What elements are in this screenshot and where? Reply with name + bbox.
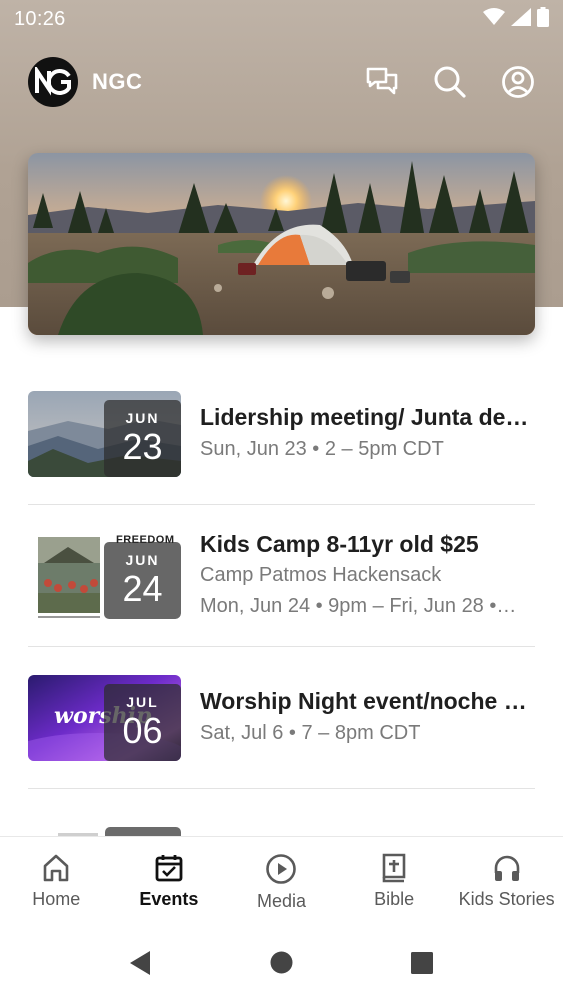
event-item-partial[interactable]	[28, 789, 535, 839]
nav-label: Home	[32, 889, 81, 909]
event-datetime: Sat, Jul 6 • 7 – 8pm CDT	[200, 721, 421, 744]
account-icon	[502, 66, 534, 98]
status-bar: 10:26	[0, 0, 563, 38]
search-button[interactable]	[433, 65, 467, 99]
date-day: 06	[122, 710, 163, 751]
search-icon	[434, 66, 466, 98]
event-datetime: Mon, Jun 24 • 9pm – Fri, Jun 28 •…	[200, 595, 517, 618]
home-circle-icon	[270, 951, 293, 974]
hero-banner[interactable]	[28, 153, 535, 335]
event-info: Kids Camp 8-11yr old $25 Camp Patmos Hac…	[200, 530, 535, 622]
chat-button[interactable]	[365, 65, 399, 99]
recents-button[interactable]	[410, 951, 434, 980]
home-icon	[43, 854, 69, 882]
app-name: NGC	[92, 69, 143, 94]
date-badge: JUN 23	[104, 399, 181, 477]
date-day: 23	[122, 426, 163, 467]
event-info: Worship Night event/noche … Sat, Jul 6 •…	[200, 687, 535, 748]
event-title: Worship Night event/noche …	[200, 688, 527, 715]
date-month: JUL	[126, 694, 159, 710]
bible-icon	[382, 853, 406, 883]
nav-label: Media	[256, 891, 306, 911]
event-thumbnail: FREEDOM JUN 24	[28, 532, 181, 619]
date-day: 24	[122, 568, 163, 609]
event-info: Lidership meeting/ Junta de… Sun, Jun 23…	[200, 403, 535, 464]
event-datetime: Sun, Jun 23 • 2 – 5pm CDT	[200, 437, 444, 460]
system-navigation-bar	[0, 928, 563, 1000]
wifi-icon	[483, 7, 505, 31]
nav-label: Bible	[374, 889, 415, 909]
app-logo[interactable]	[28, 57, 78, 107]
ngc-logo-icon	[35, 67, 71, 96]
event-title: Kids Camp 8-11yr old $25	[200, 530, 479, 557]
date-badge: JUN 24	[104, 541, 181, 619]
event-location: Camp Patmos Hackensack	[200, 564, 442, 587]
nav-kids-stories[interactable]: Kids Stories	[450, 837, 563, 928]
date-badge: JUL 06	[104, 683, 181, 761]
back-button[interactable]	[128, 950, 152, 981]
nav-bible[interactable]: Bible	[338, 837, 451, 928]
nav-label: Kids Stories	[458, 889, 555, 909]
event-title: Lidership meeting/ Junta de…	[200, 404, 529, 431]
nav-home[interactable]: Home	[0, 837, 113, 928]
date-month: JUN	[125, 552, 160, 568]
signal-icon	[511, 7, 531, 31]
calendar-icon	[155, 855, 183, 882]
event-item[interactable]: FREEDOM JUN 24 Kids Camp 8-11yr old $25 …	[28, 505, 535, 647]
event-item[interactable]: worship JUL 06 Worship Night event/noche…	[28, 647, 535, 789]
nav-events[interactable]: Events	[113, 837, 226, 928]
event-thumbnail: worship JUL 06	[28, 674, 181, 761]
event-item[interactable]: JUN 23 Lidership meeting/ Junta de… Sun,…	[28, 363, 535, 505]
event-thumbnail: JUN 23	[28, 390, 181, 477]
status-time: 10:26	[14, 7, 66, 30]
back-icon	[130, 951, 150, 975]
app-header: NGC	[0, 55, 563, 109]
nav-label: Events	[139, 889, 199, 909]
home-button[interactable]	[270, 951, 293, 979]
bottom-navigation: Home Events Media Bible Kids Stories	[0, 836, 563, 928]
headphones-icon	[494, 855, 519, 881]
nav-media[interactable]: Media	[225, 837, 338, 928]
hero-image	[28, 153, 535, 335]
date-month: JUN	[125, 410, 160, 426]
chat-icon	[366, 67, 398, 95]
recents-icon	[411, 952, 433, 974]
status-icons	[483, 6, 549, 32]
event-list: JUN 23 Lidership meeting/ Junta de… Sun,…	[28, 363, 535, 839]
account-button[interactable]	[501, 65, 535, 99]
play-icon	[266, 854, 297, 884]
battery-icon	[537, 6, 549, 32]
header-actions	[365, 65, 535, 99]
